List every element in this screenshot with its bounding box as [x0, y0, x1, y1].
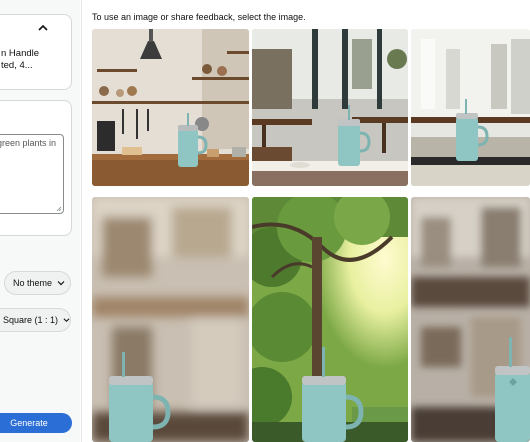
product-card[interactable]: n Handle ted, 4... — [0, 14, 72, 90]
chevron-down-icon — [63, 318, 70, 323]
gallery-instruction: To use an image or share feedback, selec… — [92, 12, 306, 22]
panel-divider — [81, 0, 82, 442]
theme-dropdown[interactable]: No theme — [4, 271, 71, 295]
trees-image — [252, 197, 408, 442]
chevron-up-icon[interactable] — [37, 23, 49, 33]
generated-image-5[interactable] — [252, 197, 408, 442]
chevron-down-icon — [57, 281, 65, 286]
blurred-interior-image — [92, 197, 249, 442]
generated-image-3[interactable] — [411, 29, 530, 186]
blurred-shop-image — [411, 197, 530, 442]
restaurant-image — [252, 29, 408, 186]
settings-panel: n Handle ted, 4... green plants in No th… — [0, 0, 80, 442]
generated-image-1[interactable] — [92, 29, 249, 186]
generated-image-4[interactable] — [92, 197, 249, 442]
cafe-image — [411, 29, 530, 186]
generated-image-2[interactable] — [252, 29, 408, 186]
aspect-ratio-value: Square (1 : 1) — [3, 315, 59, 325]
product-title: n Handle ted, 4... — [1, 48, 39, 72]
generated-image-6[interactable] — [411, 197, 530, 442]
resize-grip-icon[interactable] — [56, 206, 62, 212]
generate-button-label: Generate — [10, 418, 48, 428]
generate-button[interactable]: Generate — [0, 413, 72, 433]
aspect-ratio-dropdown[interactable]: Square (1 : 1) — [0, 308, 71, 332]
prompt-textarea[interactable]: green plants in — [0, 134, 64, 214]
theme-dropdown-value: No theme — [13, 278, 53, 288]
product-title-line-1: n Handle — [1, 48, 40, 59]
product-title-line-2: ted, 4... — [1, 60, 33, 71]
prompt-text: green plants in — [0, 138, 57, 148]
kitchen-image — [92, 29, 249, 186]
